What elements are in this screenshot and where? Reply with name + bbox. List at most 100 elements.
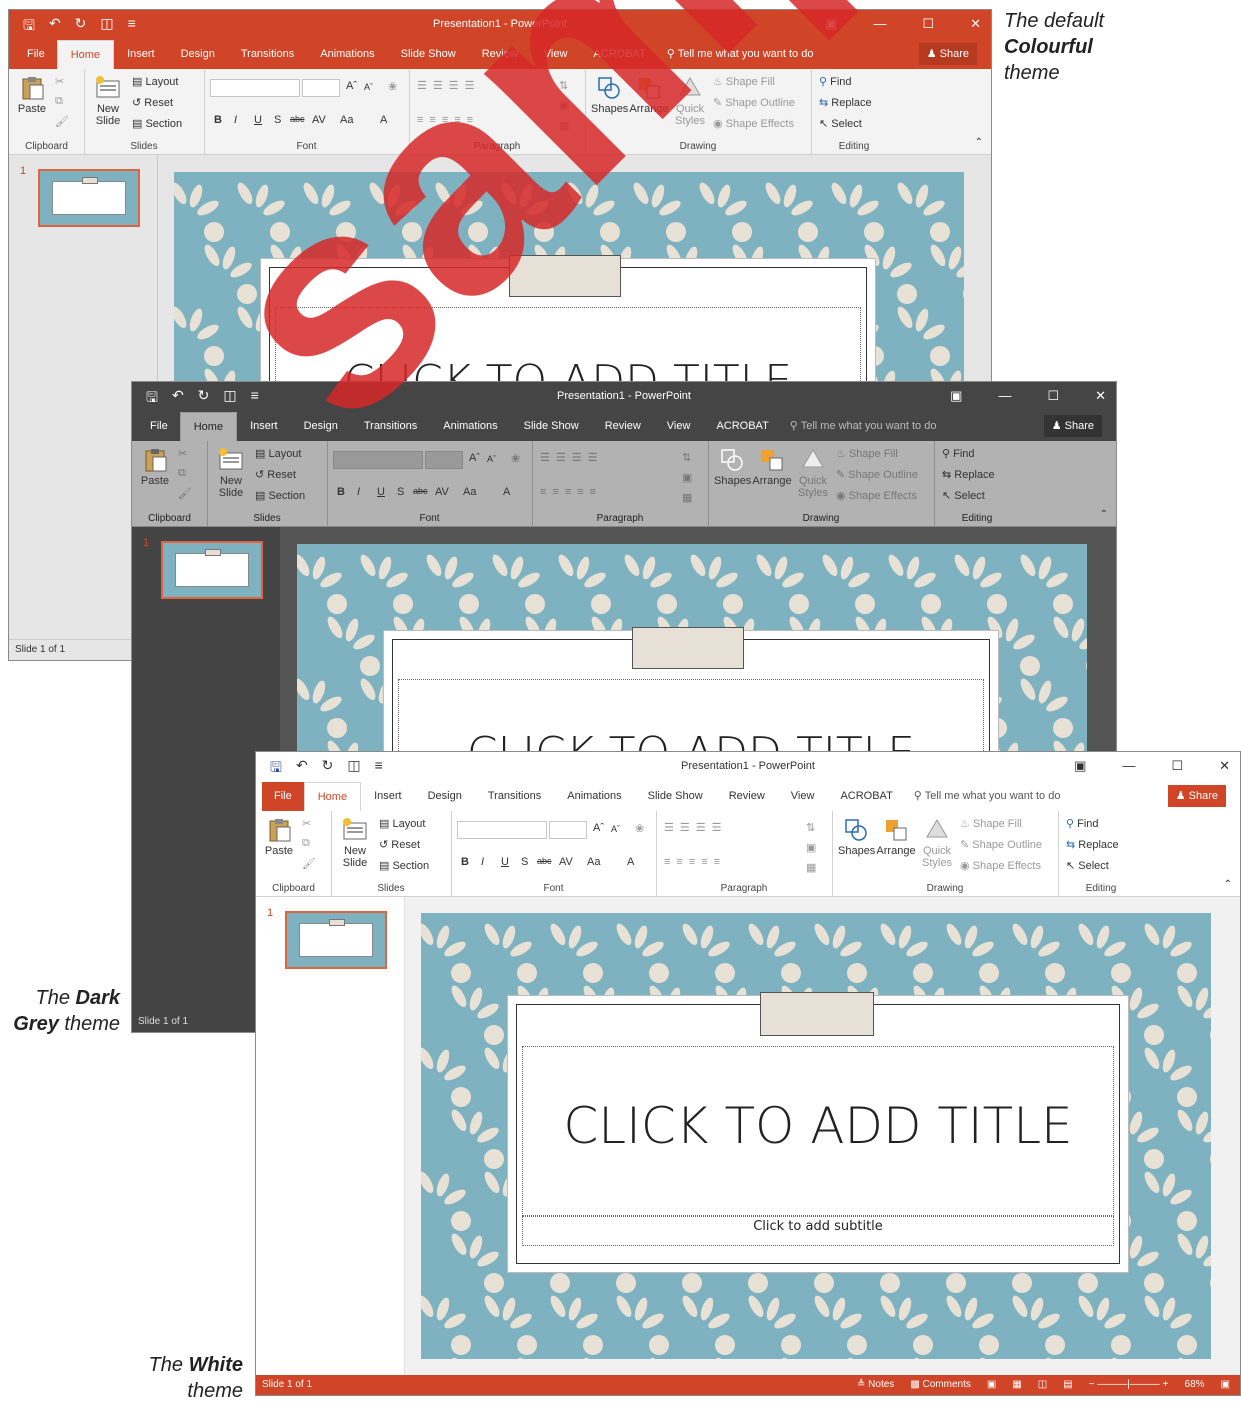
strikethrough-button[interactable]: abc [537, 856, 552, 866]
underline-button[interactable]: U [254, 114, 262, 126]
shape-fill-button[interactable]: ♨ Shape Fill [713, 75, 775, 88]
paste-button[interactable]: Paste [15, 75, 49, 115]
font-name-input[interactable] [457, 821, 547, 839]
tab-acrobat[interactable]: ACROBAT [827, 782, 905, 811]
tab-home[interactable]: Home [56, 40, 115, 69]
title-placeholder[interactable]: CLICK TO ADD TITLE [522, 1046, 1114, 1216]
change-case-button[interactable]: Aa [340, 114, 353, 126]
bold-button[interactable]: B [337, 486, 345, 498]
tab-transitions[interactable]: Transitions [228, 40, 307, 69]
reading-view-icon[interactable]: ◫ [1038, 1375, 1047, 1395]
shrink-font-icon[interactable]: Aˇ [487, 454, 496, 464]
align-text-icon[interactable]: ▣ [559, 99, 569, 112]
ribbon-display-options-icon[interactable]: ▣ [1074, 758, 1086, 774]
share-button[interactable]: ♟ Share [1167, 785, 1226, 807]
tab-design[interactable]: Design [415, 782, 475, 811]
change-case-button[interactable]: Aa [463, 486, 476, 498]
close-icon[interactable]: ✕ [1095, 388, 1106, 404]
tab-file[interactable]: File [15, 40, 57, 69]
shadow-button[interactable]: S [521, 856, 528, 868]
italic-button[interactable]: I [234, 114, 237, 126]
tab-design[interactable]: Design [168, 40, 228, 69]
tab-acrobat[interactable]: ACROBAT [703, 412, 781, 441]
minimize-icon[interactable]: — [873, 16, 886, 32]
align-icon[interactable]: ≡≡≡≡≡ [540, 486, 602, 498]
bullets-icon[interactable]: ☰☰☰☰ [540, 451, 603, 464]
italic-button[interactable]: I [357, 486, 360, 498]
layout-button[interactable]: ▤ Layout [132, 75, 178, 88]
maximize-icon[interactable]: ☐ [1171, 758, 1183, 774]
quick-styles-button[interactable]: Quick Styles [796, 447, 830, 499]
arrange-button[interactable]: Arrange [876, 817, 916, 857]
clear-formatting-icon[interactable]: ❀ [388, 80, 397, 93]
cut-icon[interactable]: ✂ [55, 75, 64, 88]
shapes-button[interactable]: Shapes [714, 447, 751, 487]
shadow-button[interactable]: S [397, 486, 404, 498]
copy-icon[interactable]: ⧉ [302, 837, 310, 850]
slide-thumbnail[interactable] [161, 541, 263, 599]
align-icon[interactable]: ≡≡≡≡≡ [417, 114, 479, 126]
slide-thumbnail[interactable] [285, 911, 387, 969]
tab-home[interactable]: Home [303, 782, 362, 811]
font-name-input[interactable] [210, 79, 300, 97]
format-painter-icon[interactable]: 🖌 [178, 487, 192, 500]
font-size-input[interactable] [302, 79, 340, 97]
font-name-input[interactable] [333, 451, 423, 469]
ribbon-display-options-icon[interactable]: ▣ [950, 388, 962, 404]
shapes-button[interactable]: Shapes [838, 817, 875, 857]
shape-effects-button[interactable]: ◉ Shape Effects [960, 859, 1041, 872]
font-color-button[interactable]: A [380, 114, 387, 126]
font-color-button[interactable]: A [503, 486, 510, 498]
close-icon[interactable]: ✕ [1219, 758, 1230, 774]
select-button[interactable]: ↖ Select [819, 117, 862, 130]
tab-review[interactable]: Review [716, 782, 778, 811]
tab-insert[interactable]: Insert [361, 782, 415, 811]
tab-file[interactable]: File [262, 782, 304, 811]
new-slide-button[interactable]: New Slide [90, 75, 126, 127]
shape-outline-button[interactable]: ✎ Shape Outline [836, 468, 918, 481]
character-spacing-button[interactable]: AV [559, 856, 573, 868]
normal-view-icon[interactable]: ▣ [987, 1375, 996, 1395]
shapes-button[interactable]: Shapes [591, 75, 628, 115]
share-button[interactable]: ♟ Share [918, 43, 977, 65]
zoom-slider[interactable]: − ———|——— + [1089, 1375, 1169, 1395]
quick-styles-button[interactable]: Quick Styles [673, 75, 707, 127]
shape-outline-button[interactable]: ✎ Shape Outline [960, 838, 1042, 851]
text-direction-icon[interactable]: ⇅ [806, 821, 815, 834]
new-slide-button[interactable]: New Slide [337, 817, 373, 869]
align-text-icon[interactable]: ▣ [806, 841, 816, 854]
shadow-button[interactable]: S [274, 114, 281, 126]
font-size-input[interactable] [425, 451, 463, 469]
replace-button[interactable]: ⇆ Replace [942, 468, 995, 481]
tab-slide-show[interactable]: Slide Show [388, 40, 469, 69]
strikethrough-button[interactable]: abc [290, 114, 305, 124]
tab-insert[interactable]: Insert [237, 412, 291, 441]
tab-design[interactable]: Design [291, 412, 351, 441]
tab-animations[interactable]: Animations [554, 782, 634, 811]
minimize-icon[interactable]: — [998, 388, 1011, 404]
shape-effects-button[interactable]: ◉ Shape Effects [836, 489, 917, 502]
grow-font-icon[interactable]: Aˆ [593, 822, 604, 834]
share-button[interactable]: ♟ Share [1043, 415, 1102, 437]
font-color-button[interactable]: A [627, 856, 634, 868]
tab-file[interactable]: File [138, 412, 180, 441]
collapse-ribbon-icon[interactable]: ⌃ [1100, 509, 1108, 520]
tab-view[interactable]: View [654, 412, 704, 441]
section-button[interactable]: ▤ Section [132, 117, 182, 130]
underline-button[interactable]: U [377, 486, 385, 498]
zoom-level[interactable]: 68% [1185, 1375, 1205, 1395]
clear-formatting-icon[interactable]: ❀ [635, 822, 644, 835]
italic-button[interactable]: I [481, 856, 484, 868]
subtitle-placeholder[interactable]: Click to add subtitle [522, 1216, 1114, 1246]
tab-insert[interactable]: Insert [114, 40, 168, 69]
tab-slide-show[interactable]: Slide Show [635, 782, 716, 811]
reset-button[interactable]: ↺ Reset [132, 96, 173, 109]
grow-font-icon[interactable]: Aˆ [346, 80, 357, 92]
paste-button[interactable]: Paste [138, 447, 172, 487]
cut-icon[interactable]: ✂ [178, 447, 187, 460]
grow-font-icon[interactable]: Aˆ [469, 452, 480, 464]
copy-icon[interactable]: ⧉ [55, 95, 63, 108]
new-slide-button[interactable]: New Slide [213, 447, 249, 499]
shape-fill-button[interactable]: ♨ Shape Fill [836, 447, 898, 460]
quick-styles-button[interactable]: Quick Styles [920, 817, 954, 869]
